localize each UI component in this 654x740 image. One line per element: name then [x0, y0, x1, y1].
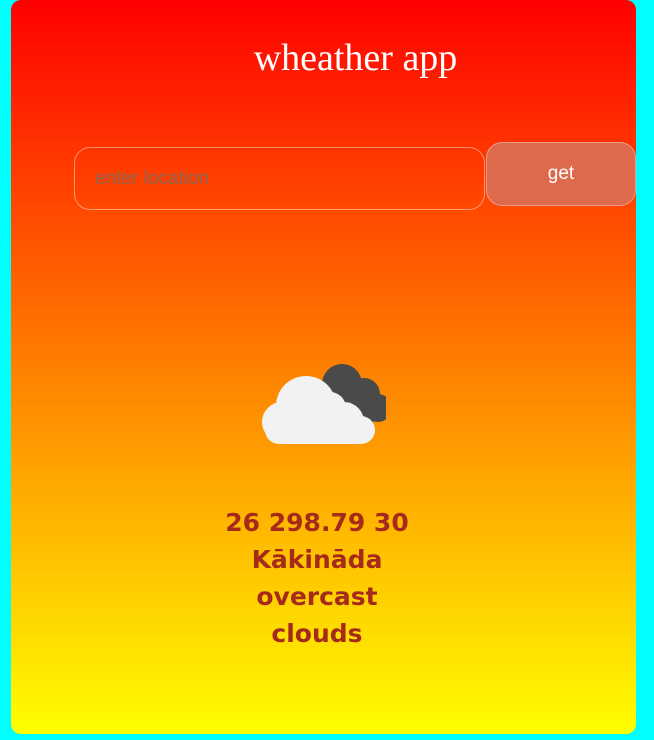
get-weather-button[interactable]: get [486, 142, 636, 206]
city-name: Kākināda [251, 545, 383, 574]
weather-app-card: wheather app get 26 298.79 30 Kākināda o… [11, 0, 636, 734]
overcast-clouds-icon [262, 364, 386, 444]
location-search-input[interactable] [74, 147, 485, 210]
weather-info: 26 298.79 30 Kākināda overcast clouds [11, 504, 623, 652]
weather-values: 26 298.79 30 [225, 508, 409, 537]
app-title: wheather app [253, 37, 458, 79]
weather-description-1: overcast [256, 582, 378, 611]
weather-description-2: clouds [271, 619, 363, 648]
